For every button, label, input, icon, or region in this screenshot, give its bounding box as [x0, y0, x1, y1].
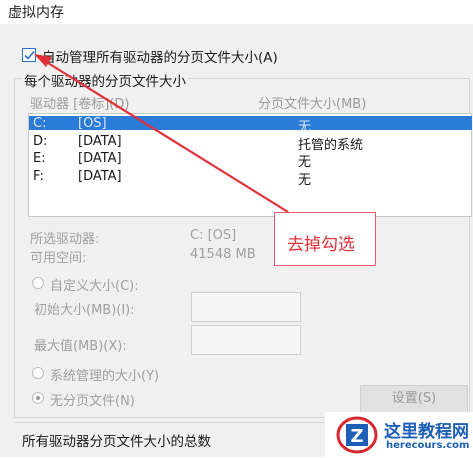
annotation-arrow: [34, 54, 289, 213]
watermark-name: 这里教程网: [384, 422, 469, 442]
watermark-url: herecours.com: [386, 440, 470, 451]
watermark-letter: Z: [350, 426, 363, 447]
annotation-text: 去掉勾选: [287, 235, 355, 255]
watermark-emblem-icon: Z: [336, 416, 378, 454]
